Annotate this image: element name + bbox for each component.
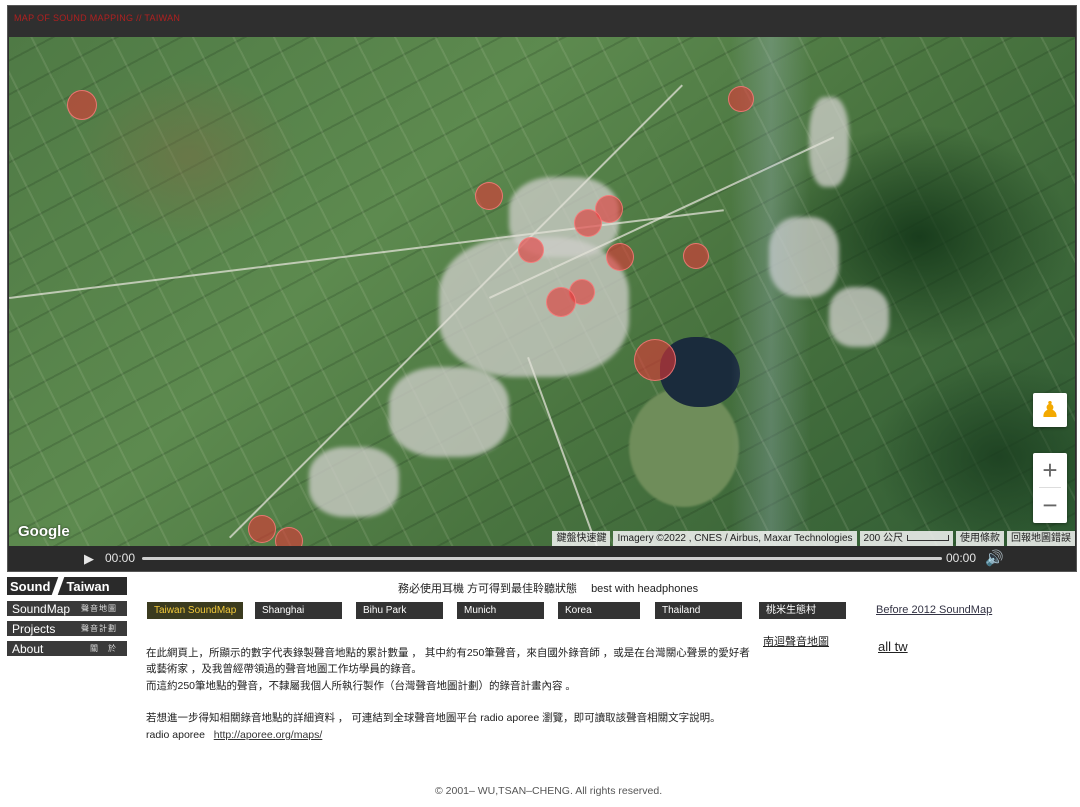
- audio-player: ▶ 00:00 00:00 🔊: [8, 546, 1076, 571]
- sound-marker[interactable]: [728, 86, 754, 112]
- terms-link[interactable]: 使用條款: [956, 531, 1004, 546]
- sound-marker[interactable]: [683, 243, 709, 269]
- description-line: 在此網頁上，所顯示的數字代表錄製聲音地點的累計數量 ， 其中約有250筆聲音，來…: [146, 647, 750, 659]
- scale-label: 200 公尺: [863, 533, 903, 544]
- imagery-seam: [731, 37, 811, 546]
- sound-marker[interactable]: [518, 237, 544, 263]
- sound-marker[interactable]: [475, 182, 503, 210]
- tab-thailand[interactable]: Thailand: [655, 602, 742, 619]
- road: [527, 357, 601, 546]
- satellite-map[interactable]: Google ♟ + − 鍵盤快速鍵 Imagery ©2022 , CNES …: [9, 37, 1075, 546]
- pegman-icon[interactable]: ♟: [1033, 393, 1067, 427]
- sidebar-item-projects[interactable]: Projects 聲音計劃: [7, 621, 127, 636]
- google-logo: Google: [18, 523, 70, 540]
- headphones-notice: 務必使用耳機 方可得到最佳聆聽狀態 best with headphones: [398, 580, 698, 596]
- sound-marker[interactable]: [634, 339, 676, 381]
- logo-sound: Sound: [10, 578, 51, 594]
- sound-marker[interactable]: [574, 209, 602, 237]
- sidebar-item-zh: 聲音計劃: [81, 624, 117, 633]
- before-2012-link[interactable]: Before 2012 SoundMap: [876, 604, 992, 616]
- sound-marker[interactable]: [275, 527, 303, 546]
- tab-shanghai[interactable]: Shanghai: [255, 602, 342, 619]
- tab-taiwan-soundmap[interactable]: Taiwan SoundMap: [147, 602, 243, 619]
- description-line: 或藝術家 ，及我曾經帶領過的聲音地圖工作坊學員的錄音。: [146, 663, 422, 675]
- aporee-url-link[interactable]: http://aporee.org/maps/: [214, 729, 323, 741]
- keyboard-shortcuts-link[interactable]: 鍵盤快速鍵: [552, 531, 611, 546]
- sound-marker[interactable]: [67, 90, 97, 120]
- town-area: [809, 97, 849, 187]
- town-area: [389, 367, 509, 457]
- zoom-in-button[interactable]: +: [1033, 453, 1067, 487]
- town-area: [829, 287, 889, 347]
- sidebar-item-label: Projects: [12, 621, 56, 636]
- sidebar-item-zh: 聲音地圖: [81, 604, 117, 613]
- zoom-out-button[interactable]: −: [1033, 488, 1067, 523]
- sidebar-item-about[interactable]: About 關 於: [7, 641, 127, 656]
- sidebar-item-zh: 關 於: [90, 644, 117, 653]
- sidebar-item-label: About: [12, 641, 44, 656]
- sidebar-item-label: SoundMap: [12, 601, 71, 616]
- play-icon[interactable]: ▶: [84, 551, 94, 567]
- aporee-label: radio aporee: [146, 729, 205, 741]
- progress-bar[interactable]: [142, 557, 942, 560]
- site-logo[interactable]: Sound Taiwan: [7, 577, 127, 595]
- volume-icon[interactable]: 🔊: [985, 549, 1004, 567]
- duration-time: 00:00: [946, 551, 977, 565]
- island-park: [629, 387, 739, 507]
- logo-slash: [52, 577, 65, 595]
- zoom-control: + −: [1033, 453, 1067, 523]
- scale-indicator[interactable]: 200 公尺: [859, 531, 953, 546]
- tab-taomi[interactable]: 桃米生態村: [759, 602, 846, 619]
- sound-marker[interactable]: [606, 243, 634, 271]
- all-tw-link[interactable]: all tw: [878, 639, 908, 654]
- description-line: 若想進一步得知相關錄音地點的詳細資料 ， 可連結到全球聲音地圖平台 radio …: [146, 712, 721, 724]
- headphones-notice-en: best with headphones: [591, 583, 699, 595]
- description-line: 而這約250筆地點的聲音，不隸屬我個人所執行製作（台灣聲音地圖計劃）的錄音計畫內…: [146, 680, 576, 692]
- current-time: 00:00: [105, 551, 136, 565]
- logo-taiwan: Taiwan: [66, 578, 110, 594]
- headphones-notice-zh: 務必使用耳機 方可得到最佳聆聽狀態: [398, 583, 578, 595]
- map-title: MAP OF SOUND MAPPING // TAIWAN: [14, 13, 181, 23]
- sound-marker[interactable]: [546, 287, 576, 317]
- map-panel: MAP OF SOUND MAPPING // TAIWAN Google ♟ …: [7, 5, 1077, 572]
- imagery-credit: Imagery ©2022 , CNES / Airbus, Maxar Tec…: [613, 531, 857, 546]
- copyright-footer: © 2001– WU,TSAN–CHENG. All rights reserv…: [435, 785, 663, 797]
- report-error-link[interactable]: 回報地圖錯誤: [1007, 531, 1075, 546]
- map-attribution: 鍵盤快速鍵 Imagery ©2022 , CNES / Airbus, Max…: [549, 531, 1075, 546]
- aporee-line: radio aporee http://aporee.org/maps/: [146, 727, 322, 743]
- map-title-bar: MAP OF SOUND MAPPING // TAIWAN: [8, 6, 1076, 37]
- tab-munich[interactable]: Munich: [457, 602, 544, 619]
- sound-marker[interactable]: [248, 515, 276, 543]
- tab-korea[interactable]: Korea: [558, 602, 640, 619]
- sidebar-item-soundmap[interactable]: SoundMap 聲音地圖: [7, 601, 127, 616]
- nanhui-soundmap-link[interactable]: 南迴聲音地圖: [763, 633, 829, 649]
- town-area: [309, 447, 399, 517]
- tab-bihu-park[interactable]: Bihu Park: [356, 602, 443, 619]
- scale-bar: [907, 535, 949, 542]
